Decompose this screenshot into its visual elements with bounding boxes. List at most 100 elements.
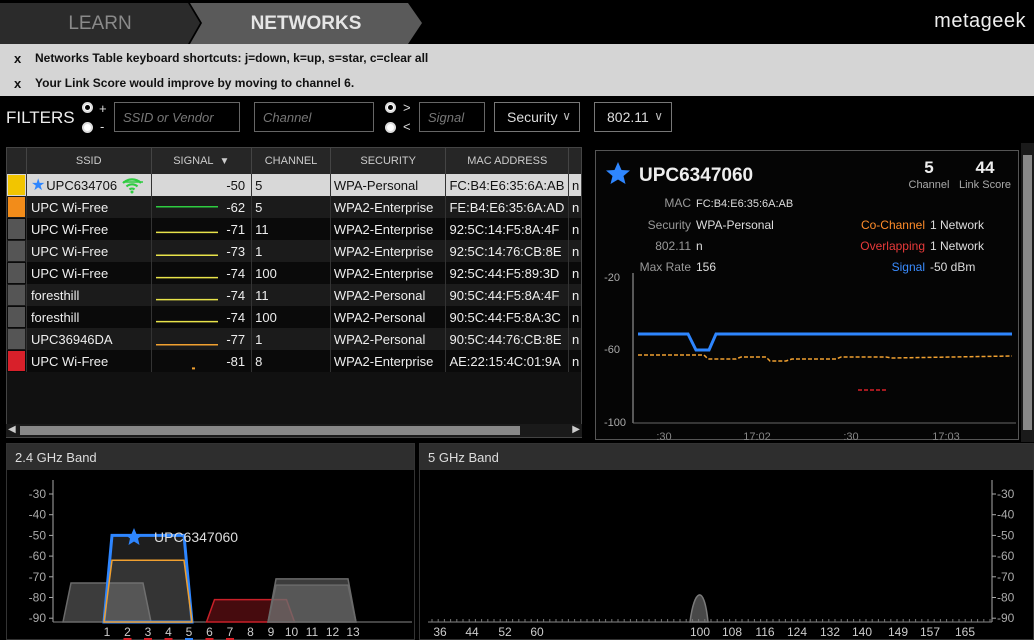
- channel-tick-label: 44: [465, 625, 479, 639]
- table-row[interactable]: UPC Wi-Free -81 8 WPA2-Enterprise AE:22:15:4…: [7, 350, 581, 372]
- channel-cell: 1: [252, 240, 331, 262]
- network-channel-shape[interactable]: [689, 594, 709, 623]
- y-tick-label: -40: [29, 508, 47, 522]
- max-rate-value: 156: [696, 260, 716, 274]
- channel-input[interactable]: [254, 102, 374, 132]
- channel-tick-label: 11: [306, 625, 319, 639]
- network-channel-shape[interactable]: [103, 559, 193, 623]
- ssid-vendor-input[interactable]: [114, 102, 240, 132]
- star-icon[interactable]: ★: [31, 175, 45, 195]
- table-row[interactable]: ★ UPC634706 -50 5 WPA-Personal FC:B4:E6:35:6A…: [7, 174, 581, 196]
- details-vertical-scrollbar[interactable]: [1021, 143, 1034, 442]
- co-channel-value: 1 Network: [930, 218, 985, 232]
- row-color-swatch: [7, 328, 27, 350]
- channel-tick-label: 9: [268, 625, 275, 639]
- row-color-swatch: [7, 218, 27, 240]
- network-details-panel: UPC6347060 5 Channel 44 Link Score MAC F…: [595, 150, 1019, 443]
- tab-learn[interactable]: LEARN: [0, 3, 200, 44]
- row-color-swatch: [7, 240, 27, 262]
- table-row[interactable]: UPC Wi-Free -73 1 WPA2-Enterprise 92:5C:14:7…: [7, 240, 581, 262]
- extra-column-header: [569, 148, 581, 174]
- signal-text: -62: [226, 199, 246, 215]
- x-tick-label: 17:02: [743, 431, 771, 441]
- scrollbar-thumb[interactable]: [1023, 155, 1032, 430]
- radio-plus[interactable]: [82, 102, 93, 113]
- details-ssid: UPC6347060: [639, 165, 753, 186]
- plus-label: +: [99, 101, 107, 116]
- co-channel-label: Co-Channel: [861, 218, 925, 232]
- signal-text: -74: [226, 265, 246, 281]
- channel-cell: 11: [252, 284, 331, 306]
- star-icon[interactable]: [606, 162, 630, 184]
- y-tick-label: -20: [604, 272, 620, 284]
- radio-greater[interactable]: [385, 102, 396, 113]
- signal-text: -74: [226, 287, 246, 303]
- top-navigation: LEARN NETWORKS metageek: [0, 0, 1034, 44]
- highlight-network-label: UPC6347060: [154, 529, 238, 545]
- channel-tick-label: 124: [787, 625, 807, 639]
- close-icon[interactable]: x: [14, 76, 32, 91]
- channel-column-header[interactable]: CHANNEL: [252, 148, 331, 174]
- channel-tick-label: 2: [124, 625, 131, 639]
- channel-tick-label: 149: [888, 625, 908, 639]
- security-column-header[interactable]: SECURITY: [331, 148, 447, 174]
- channel-tick-label: 140: [852, 625, 872, 639]
- color-column-header: [7, 148, 27, 174]
- details-link-score-value: 44: [976, 158, 995, 177]
- y-tick-label: -80: [997, 591, 1015, 605]
- close-icon[interactable]: x: [14, 51, 32, 66]
- signal-text: -50: [226, 177, 246, 193]
- scroll-left-icon[interactable]: ◀: [8, 424, 16, 435]
- signal-column-header[interactable]: SIGNAL ▼: [152, 148, 253, 174]
- signal-header-label: SIGNAL: [173, 155, 214, 167]
- scrollbar-thumb[interactable]: [20, 426, 520, 435]
- networks-table: SSID SIGNAL ▼ CHANNEL SECURITY MAC ADDRE…: [6, 147, 582, 438]
- band-24ghz-panel: 2.4 GHz Band -30 -40 -50 -60 -70 -80 -90 UPC634…: [6, 443, 415, 640]
- security-select[interactable]: Security ∨: [494, 102, 580, 132]
- wifi-icon: [122, 178, 144, 194]
- security-cell: WPA2-Personal: [331, 284, 447, 306]
- table-row[interactable]: foresthill -74 100 WPA2-Personal 90:5C:44:F5…: [7, 306, 581, 328]
- channel-cell: 1: [252, 328, 331, 350]
- table-row[interactable]: UPC Wi-Free -74 100 WPA2-Enterprise 92:5C:44…: [7, 262, 581, 284]
- channel-cell: 5: [252, 196, 331, 218]
- tab-networks[interactable]: NETWORKS: [190, 3, 422, 44]
- channel-tick-label: 3: [145, 625, 152, 639]
- signal-input[interactable]: [419, 102, 485, 132]
- y-tick-label: -100: [604, 417, 626, 429]
- ssid-text: UPC36946DA: [30, 331, 113, 347]
- mac-cell: 92:5C:44:F5:89:3D: [446, 262, 570, 284]
- table-row[interactable]: UPC Wi-Free -71 11 WPA2-Enterprise 92:5C:14:…: [7, 218, 581, 240]
- extra-cell: n: [572, 221, 580, 237]
- mac-column-header[interactable]: MAC ADDRESS: [446, 148, 570, 174]
- filters-bar: FILTERS + - > < Security ∨ 802.11 ∨: [0, 96, 1034, 142]
- table-row[interactable]: foresthill -74 11 WPA2-Personal 90:5C:44:F5:…: [7, 284, 581, 306]
- network-channel-shape[interactable]: [267, 584, 357, 623]
- ssid-text: foresthill: [30, 309, 80, 325]
- extra-cell: n: [572, 353, 580, 369]
- radio-minus[interactable]: [82, 122, 93, 133]
- y-tick-label: -90: [29, 611, 47, 625]
- y-tick-label: -70: [997, 570, 1015, 584]
- channel-tick-label: 36: [433, 625, 447, 639]
- overlapping-value: 1 Network: [930, 239, 985, 253]
- y-tick-label: -30: [29, 487, 47, 501]
- ssid-column-header[interactable]: SSID: [27, 148, 152, 174]
- table-horizontal-scrollbar[interactable]: ◀ ▶: [6, 424, 582, 437]
- radio-less[interactable]: [385, 122, 396, 133]
- details-link-score-label: Link Score: [959, 179, 1011, 191]
- table-row[interactable]: UPC Wi-Free -62 5 WPA2-Enterprise FE:B4:E6:3…: [7, 196, 581, 218]
- channel-tick-label: 4: [165, 625, 172, 639]
- x-tick-label: 17:03: [932, 431, 960, 441]
- scroll-right-icon[interactable]: ▶: [572, 424, 580, 435]
- table-row[interactable]: UPC36946DA -77 1 WPA2-Personal 90:5C:44:76:C…: [7, 328, 581, 350]
- band-5ghz-panel: 5 GHz Band -30 -40 -50 -60 -70 -80 -90 36 44 52 60…: [419, 443, 1034, 640]
- ssid-cell: UPC Wi-Free: [27, 218, 152, 240]
- signal-cell: -74: [152, 306, 253, 328]
- extra-cell: n: [572, 265, 580, 281]
- y-tick-label: -50: [997, 528, 1015, 542]
- signal-sparkline: [155, 231, 218, 234]
- standard-select[interactable]: 802.11 ∨: [594, 102, 672, 132]
- signal-text: -71: [226, 221, 246, 237]
- mac-cell: 90:5C:44:F5:8A:3C: [446, 306, 570, 328]
